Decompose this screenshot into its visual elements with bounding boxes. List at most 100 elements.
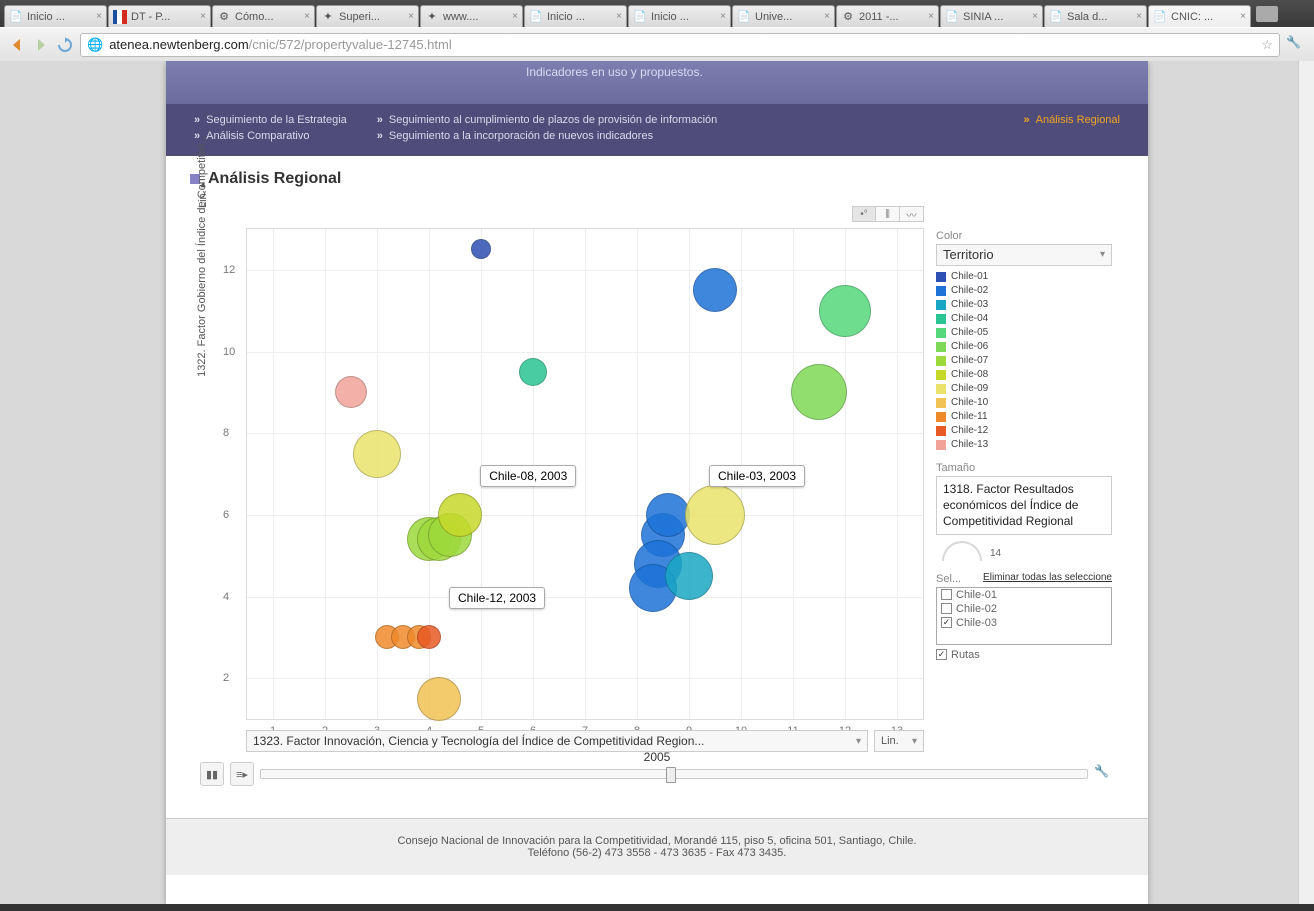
size-label: Tamaño [936,462,1124,474]
plot-area[interactable]: 1234567891011121324681012Chile-08, 2003C… [246,228,924,720]
tick-y: 2 [223,672,229,684]
legend-item[interactable]: Chile-10 [936,396,1124,410]
tab[interactable]: 📄Inicio ...× [628,5,731,27]
trails-toggle[interactable]: ✓Rutas [936,649,1124,661]
checkbox-icon[interactable] [941,603,952,614]
footer-line2: Teléfono (56-2) 473 3558 - 473 3635 - Fa… [186,847,1128,859]
select-row[interactable]: ✓Chile-03 [937,616,1111,630]
bubble-Chile-13[interactable] [335,376,367,408]
bubble-Chile-05[interactable] [819,285,871,337]
legend-item[interactable]: Chile-02 [936,284,1124,298]
nav-analisis-regional[interactable]: Análisis Regional [1023,114,1120,126]
tab[interactable]: ⚙Cómo...× [212,5,315,27]
tab[interactable]: 📄Unive...× [732,5,835,27]
close-icon[interactable]: × [616,11,622,22]
nav-seguimiento-plazos[interactable]: Seguimiento al cumplimiento de plazos de… [377,114,717,126]
favicon: ⚙ [217,10,231,24]
legend-item[interactable]: Chile-04 [936,312,1124,326]
timeline-track[interactable] [260,769,1088,779]
reload-button[interactable] [56,36,74,54]
forward-button[interactable] [32,36,50,54]
bubble-Chile-03[interactable] [665,552,713,600]
bubble-Chile-02[interactable] [646,493,690,537]
tab-active[interactable]: 📄CNIC: ...× [1148,5,1251,27]
close-icon[interactable]: × [1240,11,1246,22]
legend-item[interactable]: Chile-13 [936,438,1124,452]
legend-label: Chile-09 [951,382,988,396]
checkbox-icon[interactable]: ✓ [941,617,952,628]
bar-chart-icon[interactable]: ⫼ [876,206,900,222]
bubble-Chile-06[interactable] [791,364,847,420]
url-box[interactable]: 🌐 atenea.newtenberg.com/cnic/572/propert… [80,33,1280,57]
close-icon[interactable]: × [928,11,934,22]
wrench-icon[interactable]: 🔧 [1286,35,1306,55]
speed-button[interactable]: ≡▸ [230,762,254,786]
clear-selection-link[interactable]: Eliminar todas las seleccione [983,572,1112,583]
select-row[interactable]: Chile-01 [937,588,1111,602]
legend-item[interactable]: Chile-11 [936,410,1124,424]
color-select[interactable]: Territorio [936,244,1112,266]
navbar: 🌐 atenea.newtenberg.com/cnic/572/propert… [0,27,1314,61]
back-button[interactable] [8,36,26,54]
bubble-Chile-01[interactable] [471,239,491,259]
tab[interactable]: ⚙2011 -...× [836,5,939,27]
footer-line1: Consejo Nacional de Innovación para la C… [186,835,1128,847]
legend-item[interactable]: Chile-01 [936,270,1124,284]
hero-text: Indicadores en uso y propuestos. [526,65,703,79]
scrollbar[interactable] [1298,61,1314,904]
play-button[interactable]: ▮▮ [200,762,224,786]
tab[interactable]: 📄Inicio ...× [4,5,107,27]
close-icon[interactable]: × [824,11,830,22]
size-gauge [942,541,982,561]
tab[interactable]: 📄Inicio ...× [524,5,627,27]
close-icon[interactable]: × [408,11,414,22]
close-icon[interactable]: × [1136,11,1142,22]
bubble-Chile-02[interactable] [693,268,737,312]
bubble-Chile-09[interactable] [685,485,745,545]
size-select[interactable]: 1318. Factor Resultados económicos del Í… [936,476,1112,535]
legend-item[interactable]: Chile-06 [936,340,1124,354]
close-icon[interactable]: × [1032,11,1038,22]
checkbox-icon[interactable] [941,589,952,600]
nav-analisis-comparativo[interactable]: Análisis Comparativo [194,130,347,142]
page-title: Análisis Regional [190,170,1124,188]
tab[interactable]: DT - P...× [108,5,211,27]
close-icon[interactable]: × [720,11,726,22]
bubble-Chile-10[interactable] [417,677,461,721]
close-icon[interactable]: × [96,11,102,22]
close-icon[interactable]: × [304,11,310,22]
legend-item[interactable]: Chile-07 [936,354,1124,368]
line-chart-icon[interactable]: 〰 [900,206,924,222]
tab[interactable]: 📄SINIA ...× [940,5,1043,27]
tab[interactable]: 📄Sala d...× [1044,5,1147,27]
settings-icon[interactable]: 🔧 [1094,764,1114,784]
bubble-Chile-08[interactable] [438,493,482,537]
legend-item[interactable]: Chile-09 [936,382,1124,396]
new-tab-button[interactable] [1256,6,1278,22]
legend-item[interactable]: Chile-05 [936,326,1124,340]
bubble-Chile-09[interactable] [353,430,401,478]
legend-label: Chile-06 [951,340,988,354]
xaxis-scale[interactable]: Lin. [874,730,924,752]
checkbox-checked-icon[interactable]: ✓ [936,649,947,660]
url-host: atenea.newtenberg.com [109,37,248,52]
favicon: 📄 [529,10,543,24]
select-row[interactable]: Chile-02 [937,602,1111,616]
select-list[interactable]: Chile-01Chile-02✓Chile-03 [936,587,1112,645]
legend-item[interactable]: Chile-03 [936,298,1124,312]
bookmark-star-icon[interactable]: ☆ [1261,37,1273,53]
tab[interactable]: ✦www....× [420,5,523,27]
bubble-Chile-04[interactable] [519,358,547,386]
content: Análisis Regional Lin. ▸ 1322. Factor Go… [166,156,1148,818]
tab[interactable]: ✦Superi...× [316,5,419,27]
bubble-chart-icon[interactable]: •° [852,206,876,222]
legend-item[interactable]: Chile-12 [936,424,1124,438]
nav-seguimiento-indicadores[interactable]: Seguimiento a la incorporación de nuevos… [377,130,717,142]
nav-seguimiento-estrategia[interactable]: Seguimiento de la Estrategia [194,114,347,126]
xaxis-select[interactable]: 1323. Factor Innovación, Ciencia y Tecno… [246,730,868,752]
legend-item[interactable]: Chile-08 [936,368,1124,382]
close-icon[interactable]: × [512,11,518,22]
timeline-handle[interactable] [666,767,676,783]
bubble-Chile-12[interactable] [417,625,441,649]
close-icon[interactable]: × [200,11,206,22]
